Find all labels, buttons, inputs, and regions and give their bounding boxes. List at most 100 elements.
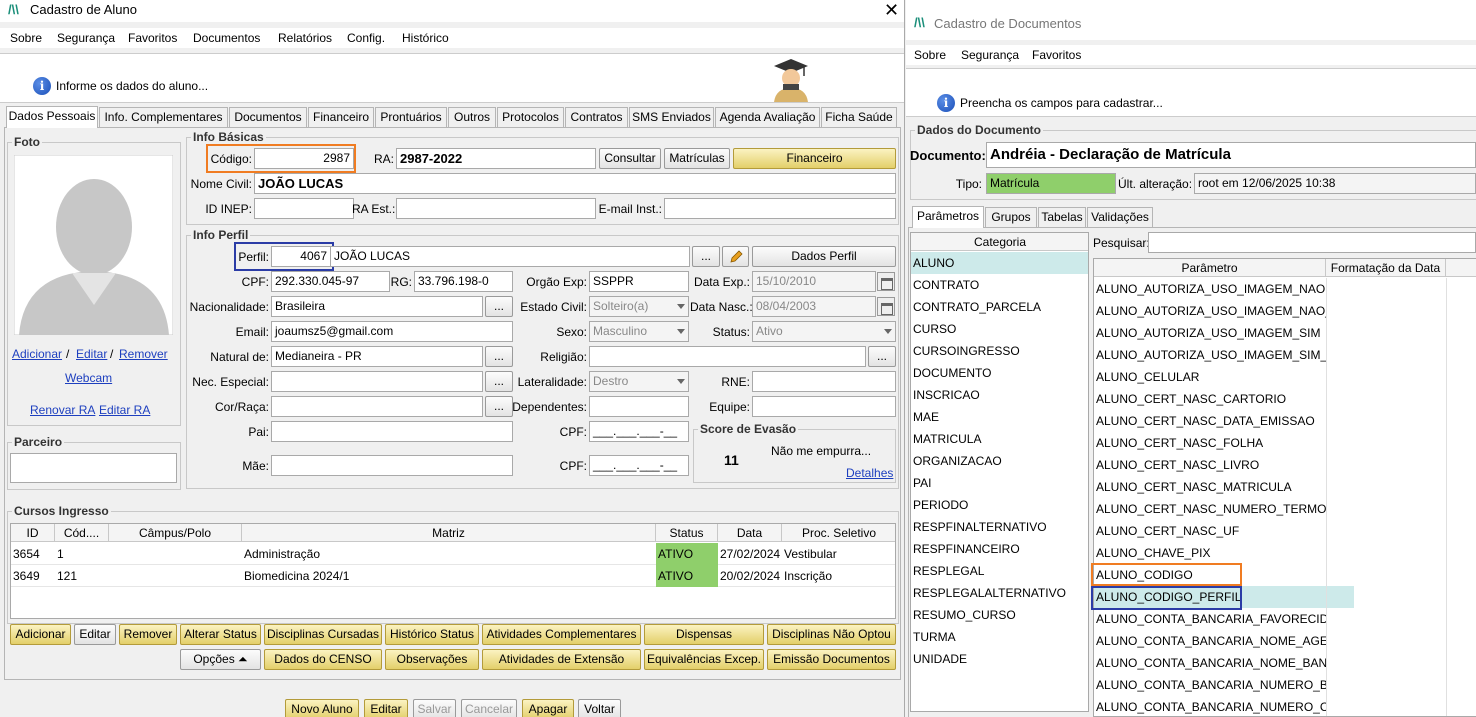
equivalencias-button[interactable]: Equivalências Excep. — [644, 649, 764, 670]
tab-protocolos[interactable]: Protocolos — [497, 107, 564, 127]
voltar-button[interactable]: Voltar — [578, 699, 621, 717]
cor-raca-search-button[interactable]: ... — [485, 396, 513, 417]
table-row[interactable]: ALUNO_AUTORIZA_USO_IMAGEM_SIM_X — [1094, 344, 1326, 366]
disciplinas-nao-optou-button[interactable]: Disciplinas Não Optou — [767, 624, 896, 645]
menu-sobre[interactable]: Sobre — [10, 28, 42, 48]
table-row[interactable]: ALUNO_CONTA_BANCARIA_NOME_AGENCIA — [1094, 630, 1326, 652]
col-proc-seletivo[interactable]: Proc. Seletivo — [782, 524, 895, 542]
pai-field[interactable] — [271, 421, 513, 442]
apagar-button[interactable]: Apagar — [522, 699, 574, 717]
ra-est-field[interactable] — [396, 198, 596, 219]
financeiro-button[interactable]: Financeiro — [733, 148, 896, 169]
tab-documentos[interactable]: Documentos — [229, 107, 307, 127]
table-row[interactable]: ALUNO_CONTA_BANCARIA_NOME_BANCO — [1094, 652, 1326, 674]
menu-seguranca[interactable]: Segurança — [57, 28, 115, 48]
lateralidade-select[interactable]: Destro — [589, 371, 689, 392]
historico-status-button[interactable]: Histórico Status — [385, 624, 479, 645]
list-item[interactable]: UNIDADE — [911, 648, 1088, 670]
tipo-field[interactable]: Matrícula — [986, 173, 1116, 194]
list-item[interactable]: INSCRICAO — [911, 384, 1088, 406]
list-item[interactable]: PAI — [911, 472, 1088, 494]
dados-censo-button[interactable]: Dados do CENSO — [264, 649, 382, 670]
list-item[interactable]: CONTRATO_PARCELA — [911, 296, 1088, 318]
data-nasc-field[interactable]: 08/04/2003 — [752, 296, 876, 317]
atividades-complementares-button[interactable]: Atividades Complementares — [482, 624, 641, 645]
menu-relatorios[interactable]: Relatórios — [278, 28, 332, 48]
ra-field[interactable]: 2987-2022 — [396, 148, 596, 169]
table-row[interactable]: ALUNO_CONTA_BANCARIA_FAVORECIDO — [1094, 608, 1326, 630]
opcoes-button[interactable]: Opções ⏶ — [180, 649, 261, 670]
list-item[interactable]: CURSO — [911, 318, 1088, 340]
sexo-select[interactable]: Masculino — [589, 321, 689, 342]
list-item[interactable]: MATRICULA — [911, 428, 1088, 450]
table-row[interactable]: ALUNO_CERT_NASC_FOLHA — [1094, 432, 1326, 454]
religiao-field[interactable] — [589, 346, 866, 367]
nome-civil-field[interactable]: JOÃO LUCAS — [254, 173, 896, 194]
observacoes-button[interactable]: Observações — [385, 649, 479, 670]
list-item[interactable]: DOCUMENTO — [911, 362, 1088, 384]
perfil-edit-button[interactable] — [722, 246, 749, 267]
close-icon[interactable]: ✕ — [884, 1, 899, 19]
tab-ficha-saude[interactable]: Ficha Saúde — [821, 107, 897, 127]
data-exp-field[interactable]: 15/10/2010 — [752, 271, 876, 292]
col-formatacao-data[interactable]: Formatação da Data — [1326, 259, 1446, 277]
tab-info-complementares[interactable]: Info. Complementares — [99, 107, 228, 127]
table-row[interactable]: ALUNO_CERT_NASC_CARTORIO — [1094, 388, 1326, 410]
menu-favoritos[interactable]: Favoritos — [1032, 45, 1081, 65]
tab-contratos[interactable]: Contratos — [565, 107, 628, 127]
tab-prontuarios[interactable]: Prontuários — [375, 107, 447, 127]
rne-field[interactable] — [752, 371, 896, 392]
dados-perfil-button[interactable]: Dados Perfil — [752, 246, 896, 267]
cpf-mae-field[interactable]: ___.___.___-__ — [589, 455, 689, 476]
col-status[interactable]: Status — [656, 524, 718, 542]
tab-parametros[interactable]: Parâmetros — [912, 206, 984, 228]
col-data[interactable]: Data — [718, 524, 782, 542]
disciplinas-cursadas-button[interactable]: Disciplinas Cursadas — [264, 624, 382, 645]
mae-field[interactable] — [271, 455, 513, 476]
table-row[interactable]: ALUNO_AUTORIZA_USO_IMAGEM_NAO — [1094, 278, 1326, 300]
table-row[interactable]: ALUNO_CERT_NASC_LIVRO — [1094, 454, 1326, 476]
cor-raca-field[interactable] — [271, 396, 483, 417]
col-cod[interactable]: Cód.... — [55, 524, 109, 542]
list-item[interactable]: RESUMO_CURSO — [911, 604, 1088, 626]
cpf-pai-field[interactable]: ___.___.___-__ — [589, 421, 689, 442]
alterar-status-button[interactable]: Alterar Status — [180, 624, 261, 645]
nec-especial-field[interactable] — [271, 371, 483, 392]
list-item[interactable]: RESPFINANCEIRO — [911, 538, 1088, 560]
table-row[interactable]: ALUNO_CHAVE_PIX — [1094, 542, 1326, 564]
table-row[interactable]: 3654 1 Administração ATIVO 27/02/2024 Ve… — [11, 543, 895, 565]
table-row[interactable]: ALUNO_CONTA_BANCARIA_NUMERO_BANCO — [1094, 674, 1326, 696]
tab-outros[interactable]: Outros — [448, 107, 496, 127]
remover-button[interactable]: Remover — [119, 624, 177, 645]
parceiro-field[interactable] — [10, 453, 177, 483]
salvar-button[interactable]: Salvar — [413, 699, 456, 717]
menu-favoritos[interactable]: Favoritos — [128, 28, 177, 48]
natural-search-button[interactable]: ... — [485, 346, 513, 367]
webcam-link[interactable]: Webcam — [65, 371, 112, 385]
menu-config[interactable]: Config. — [347, 28, 385, 48]
foto-editar-link[interactable]: Editar — [76, 347, 107, 361]
email-inst-field[interactable] — [664, 198, 896, 219]
religiao-search-button[interactable]: ... — [868, 346, 896, 367]
status-select[interactable]: Ativo — [752, 321, 896, 342]
atividades-extensao-button[interactable]: Atividades de Extensão — [482, 649, 641, 670]
matriculas-button[interactable]: Matrículas — [664, 148, 730, 169]
email-field[interactable]: joaumsz5@gmail.com — [271, 321, 513, 342]
col-id[interactable]: ID — [11, 524, 55, 542]
renovar-ra-link[interactable]: Renovar RA — [30, 403, 95, 417]
list-item[interactable]: PERIODO — [911, 494, 1088, 516]
list-item[interactable]: RESPLEGALALTERNATIVO — [911, 582, 1088, 604]
foto-remover-link[interactable]: Remover — [119, 347, 168, 361]
col-matriz[interactable]: Matriz — [242, 524, 656, 542]
foto-adicionar-link[interactable]: Adicionar — [12, 347, 62, 361]
list-item[interactable]: MAE — [911, 406, 1088, 428]
novo-aluno-button[interactable]: Novo Aluno — [285, 699, 359, 717]
cpf-field[interactable]: 292.330.045-97 — [271, 271, 390, 292]
tab-dados-pessoais[interactable]: Dados Pessoais — [6, 106, 98, 128]
emissao-documentos-button[interactable]: Emissão Documentos — [767, 649, 896, 670]
list-item[interactable]: RESPLEGAL — [911, 560, 1088, 582]
table-row[interactable]: ALUNO_CERT_NASC_NUMERO_TERMO — [1094, 498, 1326, 520]
consultar-button[interactable]: Consultar — [599, 148, 661, 169]
list-item[interactable]: RESPFINALTERNATIVO — [911, 516, 1088, 538]
table-row[interactable]: ALUNO_CELULAR — [1094, 366, 1326, 388]
